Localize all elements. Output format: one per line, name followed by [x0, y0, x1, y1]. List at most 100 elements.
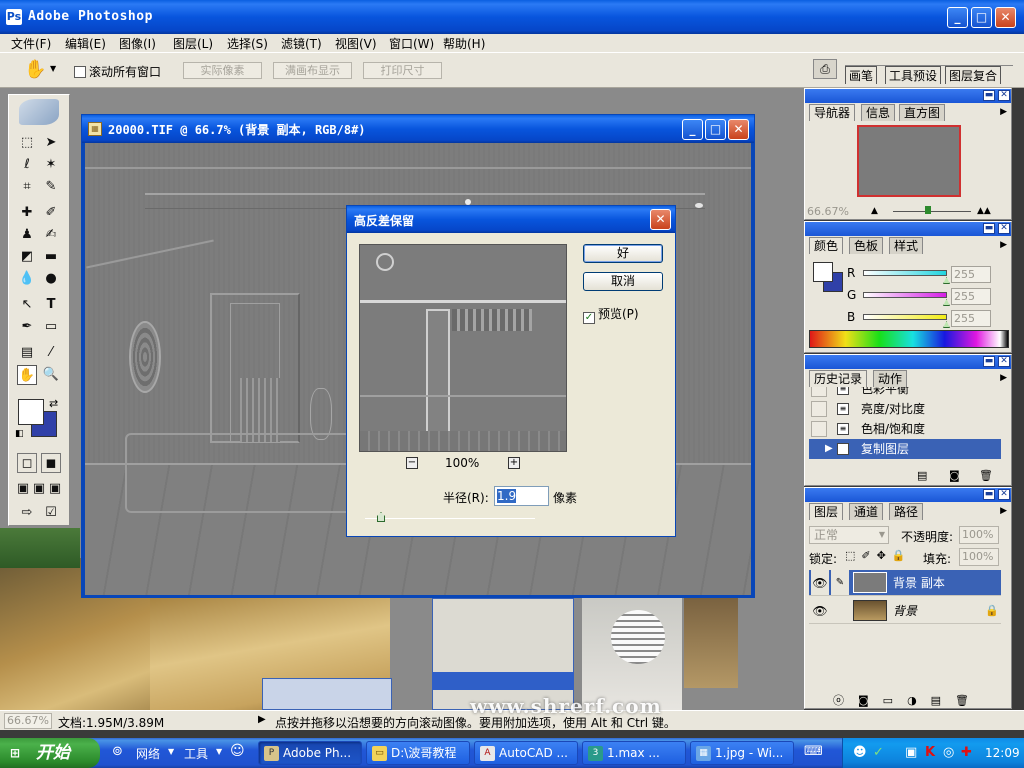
panel-close-button[interactable]: ✕: [998, 223, 1010, 234]
document-minimize-button[interactable]: _: [682, 119, 703, 140]
channel-gradient[interactable]: [863, 314, 947, 320]
minimize-button[interactable]: _: [947, 7, 968, 28]
color-ramp[interactable]: [809, 330, 1009, 348]
dialog-close-button[interactable]: ✕: [650, 209, 671, 230]
dodge-tool-icon[interactable]: ●: [41, 269, 61, 289]
layer-actions[interactable]: ⓞ◙▭◑▤🗑: [833, 692, 983, 708]
menu-edit[interactable]: 编辑(E): [65, 35, 106, 52]
panel-menu-icon[interactable]: ▶: [1000, 107, 1007, 117]
task-autocad[interactable]: A AutoCAD ...: [474, 741, 578, 765]
quicklaunch-network[interactable]: 网络: [136, 745, 160, 762]
color-channel-r[interactable]: R 255: [805, 266, 1011, 284]
messenger-tray-icon[interactable]: ☻: [853, 745, 867, 760]
opacity-input[interactable]: 100%: [959, 526, 999, 544]
tab-styles[interactable]: 样式: [889, 237, 924, 254]
gradient-tool-icon[interactable]: ▬: [41, 247, 61, 267]
scroll-all-windows-checkbox[interactable]: 滚动所有窗口: [74, 63, 161, 80]
panel-menu-icon[interactable]: ▶: [1000, 240, 1007, 250]
zoom-tool-icon[interactable]: 🔍: [41, 365, 61, 385]
tab-histogram[interactable]: 直方图: [899, 104, 946, 121]
imageready-icon[interactable]: ☑: [41, 503, 61, 523]
task-photoshop[interactable]: P Adobe Ph...: [258, 741, 362, 765]
history-item[interactable]: ≡ 亮度/对比度: [809, 399, 1001, 419]
quicklaunch-tools[interactable]: 工具: [184, 745, 208, 762]
print-size-button[interactable]: 打印尺寸: [363, 62, 442, 79]
screen-mode-full-menu-icon[interactable]: ▣: [31, 479, 47, 499]
network-status-icon[interactable]: ✓: [873, 745, 884, 760]
menu-help[interactable]: 帮助(H): [443, 35, 485, 52]
blend-mode-select[interactable]: 正常 ▼: [809, 526, 889, 544]
eye-icon[interactable]: 👁: [811, 570, 829, 595]
default-colors-icon[interactable]: ◧: [15, 429, 24, 439]
history-item[interactable]: ≡ 色相/饱和度: [809, 419, 1001, 439]
foreground-color-swatch[interactable]: [18, 399, 44, 425]
task-folder[interactable]: ▭ D:\波哥教程: [366, 741, 470, 765]
file-browser-icon[interactable]: ⎙: [813, 59, 837, 79]
path-selection-icon[interactable]: ↖: [17, 295, 37, 315]
close-button[interactable]: ✕: [995, 7, 1016, 28]
tab-navigator[interactable]: 导航器: [809, 104, 856, 121]
navigator-zoom-out-icon[interactable]: ▲: [871, 206, 878, 216]
security-icon[interactable]: ◎: [943, 745, 954, 760]
tab-layers[interactable]: 图层: [809, 503, 844, 520]
eye-icon[interactable]: 👁: [811, 598, 829, 623]
panel-close-button[interactable]: ✕: [998, 489, 1010, 500]
color-foreground-swatch[interactable]: [813, 262, 833, 282]
tab-history[interactable]: 历史记录: [809, 370, 868, 387]
hand-tool-icon[interactable]: ✋: [17, 365, 37, 385]
navigator-zoom-thumb[interactable]: [925, 206, 931, 214]
computer-icon[interactable]: ▣: [905, 745, 917, 760]
zoom-out-icon[interactable]: −: [406, 457, 418, 469]
menu-view[interactable]: 视图(V): [335, 35, 377, 52]
new-snapshot-icon[interactable]: ◙: [949, 469, 960, 482]
tab-layer-comps[interactable]: 图层复合: [945, 66, 1002, 84]
hand-tool-icon[interactable]: ✋: [24, 59, 46, 80]
channel-slider-thumb[interactable]: [943, 321, 950, 328]
panel-minimize-button[interactable]: ▬: [983, 356, 995, 367]
panel-close-button[interactable]: ✕: [998, 90, 1010, 101]
pen-tool-icon[interactable]: ✒: [17, 317, 37, 337]
brush-link-icon[interactable]: ✎: [831, 570, 849, 595]
radius-slider-thumb[interactable]: [377, 512, 385, 522]
layer-row[interactable]: 👁 ✎ 背景 副本: [809, 570, 1001, 596]
panel-close-button[interactable]: ✕: [998, 356, 1010, 367]
tab-actions[interactable]: 动作: [873, 370, 908, 387]
trash-icon[interactable]: 🗑: [979, 469, 993, 482]
status-menu-arrow-icon[interactable]: ▶: [258, 714, 266, 725]
new-document-from-state-icon[interactable]: ▤: [917, 469, 927, 482]
task-image-viewer[interactable]: ▦ 1.jpg - Wi...: [690, 741, 794, 765]
panel-minimize-button[interactable]: ▬: [983, 223, 995, 234]
notes-tool-icon[interactable]: ▤: [17, 343, 37, 363]
menu-select[interactable]: 选择(S): [227, 35, 268, 52]
stamp-tool-icon[interactable]: ♟: [17, 225, 37, 245]
task-3dsmax[interactable]: 3 1.max ...: [582, 741, 686, 765]
tab-color[interactable]: 颜色: [809, 237, 844, 254]
color-channel-b[interactable]: B 255: [805, 310, 1011, 328]
navigator-zoom-slider[interactable]: [893, 211, 971, 212]
channel-slider-thumb[interactable]: [943, 299, 950, 306]
brush-tool-icon[interactable]: ✐: [41, 203, 61, 223]
chevron-down-icon[interactable]: ▼: [168, 747, 174, 756]
network-icon[interactable]: ⊚: [112, 744, 123, 759]
menu-layer[interactable]: 图层(L): [173, 35, 213, 52]
panel-menu-icon[interactable]: ▶: [1000, 373, 1007, 383]
radius-slider-track[interactable]: [365, 518, 535, 519]
menu-image[interactable]: 图像(I): [119, 35, 156, 52]
screen-mode-standard-icon[interactable]: ▣: [15, 479, 31, 499]
navigator-thumbnail[interactable]: [857, 125, 961, 197]
channel-value-input[interactable]: 255: [951, 266, 991, 283]
history-brush-icon[interactable]: ✍: [41, 225, 61, 245]
panel-menu-icon[interactable]: ▶: [1000, 506, 1007, 516]
panel-minimize-button[interactable]: ▬: [983, 90, 995, 101]
update-icon[interactable]: ✚: [961, 745, 972, 760]
shape-tool-icon[interactable]: ▭: [41, 317, 61, 337]
chevron-down-icon[interactable]: ▼: [216, 747, 222, 756]
status-zoom-input[interactable]: 66.67%: [4, 713, 52, 729]
type-tool-icon[interactable]: T: [41, 295, 61, 315]
zoom-in-icon[interactable]: +: [508, 457, 520, 469]
tab-paths[interactable]: 路径: [889, 503, 924, 520]
magic-wand-icon[interactable]: ✶: [41, 155, 61, 175]
standard-mode-icon[interactable]: ◻: [17, 453, 37, 473]
move-tool-icon[interactable]: ➤: [41, 133, 61, 153]
tab-channels[interactable]: 通道: [849, 503, 884, 520]
